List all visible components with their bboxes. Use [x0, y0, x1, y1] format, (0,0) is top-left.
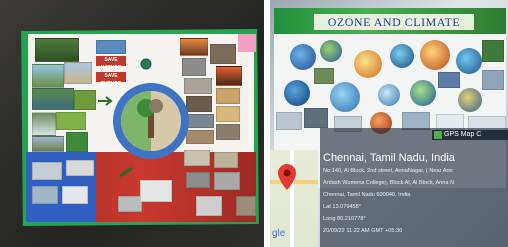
gps-badge: GPS Map C — [432, 130, 508, 140]
tree-photo — [32, 64, 64, 88]
collage-photo — [304, 108, 328, 128]
poster-title: OZONE AND CLIMATE — [314, 14, 474, 30]
arrow-icon — [98, 96, 113, 106]
earth-image — [354, 50, 382, 78]
save-nature-tag: SAVE NATURE — [96, 56, 126, 71]
forest-photo — [35, 38, 79, 62]
hills-photo — [32, 136, 64, 152]
river-photo — [32, 88, 74, 110]
earth-image — [320, 40, 342, 62]
field-photo — [74, 90, 96, 110]
collage-photo — [276, 112, 302, 130]
earth-diagram — [113, 83, 189, 159]
bottom-photo — [214, 152, 238, 168]
earth-image — [330, 82, 360, 112]
gps-address-line: Chennai, Tamil Nadu 600040, India — [323, 192, 411, 198]
grass-photo — [56, 112, 86, 130]
fire-photo — [216, 66, 242, 86]
gps-camera-icon — [434, 131, 442, 139]
collage-photo — [482, 70, 504, 90]
earth-image — [284, 80, 310, 106]
factory-photo — [182, 58, 206, 76]
bottom-photo — [32, 186, 58, 204]
map-thumbnail: gle — [270, 150, 318, 247]
drought-photo — [216, 88, 240, 104]
gps-info-card: GPS Map C Chennai, Tamil Nadu, India No:… — [320, 128, 508, 247]
gps-datetime: 20/09/22 11:22 AM GMT +05:30 — [323, 228, 403, 234]
collage-photo — [438, 72, 460, 88]
right-poster-photo: OZONE AND CLIMATE GPS Map C Chennai, Tam… — [270, 0, 508, 247]
earth-image — [390, 44, 414, 68]
flood-photo — [216, 124, 240, 140]
left-poster-photo: SAVE NATURE SAVE FUTURE — [0, 0, 264, 247]
map-watermark: gle — [272, 228, 286, 239]
earth-image — [458, 88, 482, 112]
map-pin-icon — [278, 164, 296, 190]
waterfall-photo — [32, 112, 56, 136]
gps-longitude: Long 80.210778° — [323, 216, 366, 222]
gps-city: Chennai, Tamil Nadu, India — [323, 152, 455, 164]
bottom-photo — [62, 186, 88, 204]
leaf-photo — [66, 132, 88, 152]
collage-photo — [314, 68, 334, 84]
earth-image — [410, 80, 436, 106]
gps-address-line: No:140, Al Block, 2nd street, AnnaNagar,… — [323, 168, 453, 174]
gps-latitude: Lat 13.079458° — [323, 204, 362, 210]
gps-address-line: Ardash Womens College), Block Al, Al Blo… — [323, 180, 455, 186]
bottom-photo — [196, 196, 222, 216]
globe-icon — [140, 58, 152, 70]
collage-photo — [482, 40, 504, 62]
pollution-photo — [210, 44, 236, 64]
earth-image — [420, 40, 450, 70]
desert-photo — [216, 106, 240, 122]
gps-app-label: GPS Map C — [444, 131, 482, 138]
bottom-photo — [184, 150, 210, 166]
bottom-photo — [186, 172, 210, 188]
bottom-photo — [140, 180, 172, 202]
bottom-photo — [236, 196, 256, 216]
sky-photo — [96, 40, 126, 54]
landscape-photo — [64, 62, 92, 84]
bottom-photo — [32, 162, 62, 180]
earth-image — [378, 84, 400, 106]
earth-image — [290, 44, 316, 70]
bottom-photo — [66, 160, 94, 176]
earth-image — [456, 48, 482, 74]
sunset-photo — [180, 38, 208, 56]
bottom-photo — [118, 196, 142, 212]
bottom-photo — [214, 172, 240, 190]
arrow-icon — [119, 166, 133, 178]
